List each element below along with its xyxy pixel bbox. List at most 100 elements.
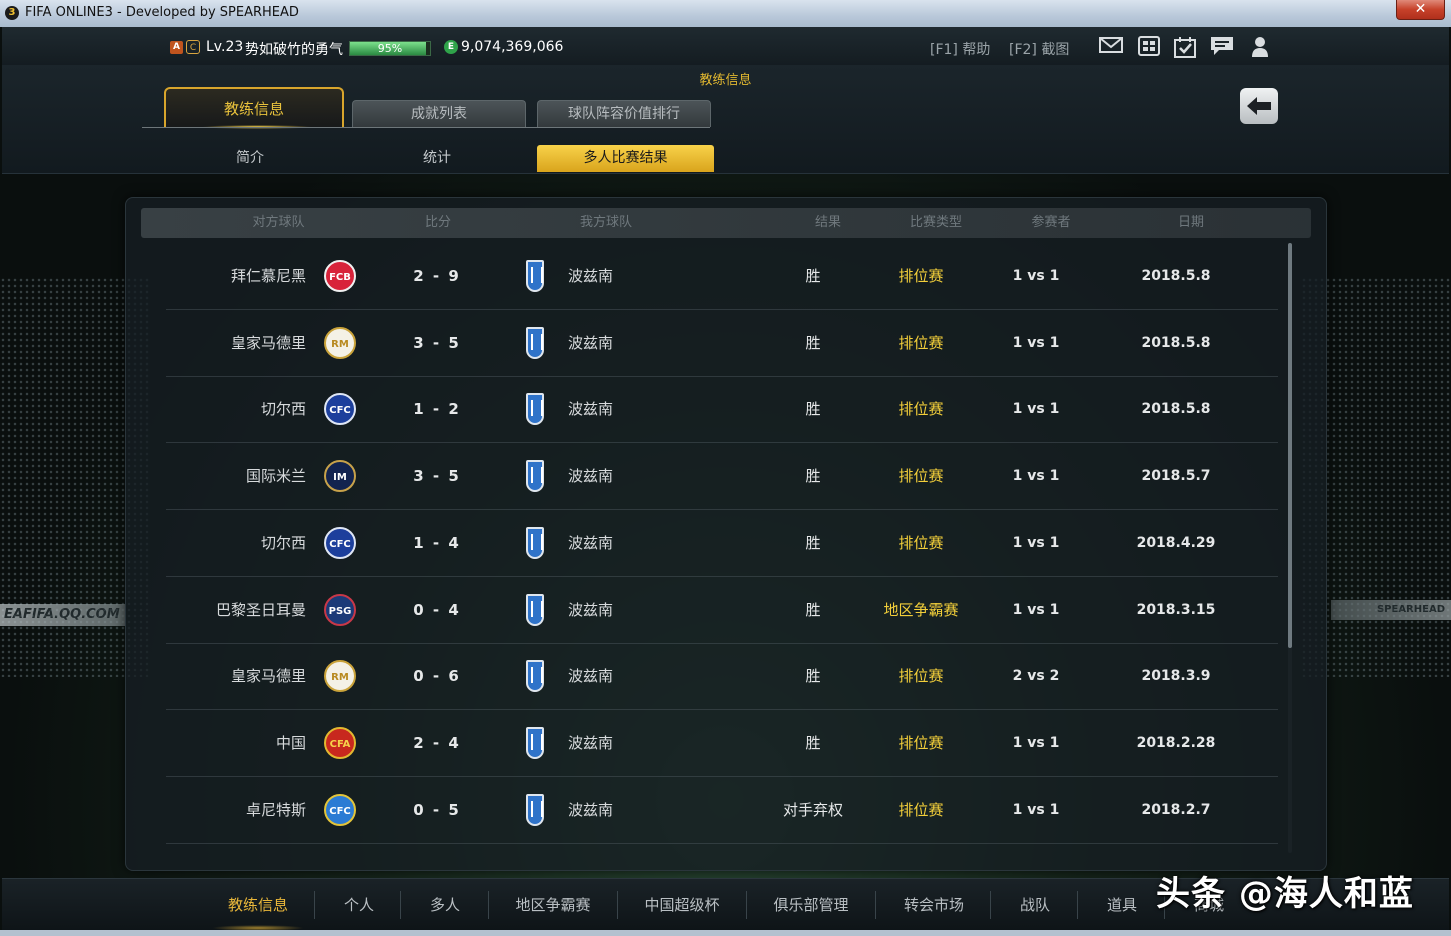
table-row[interactable]: 拜仁慕尼黑 FCB 2 - 9 波兹南 胜 排位赛 1 vs 1 2018.5.8 <box>166 243 1278 310</box>
nav-transfer-market[interactable]: 转会市场 <box>885 879 983 931</box>
match-type: 排位赛 <box>898 533 944 552</box>
tab-squad-value-ranking[interactable]: 球队阵容价值排行 <box>537 100 711 127</box>
table-row[interactable]: 巴黎圣日耳曼 PSG 0 - 4 波兹南 胜 地区争霸赛 1 vs 1 2018.3.15 <box>166 577 1278 644</box>
nav-separator <box>617 891 618 919</box>
table-row[interactable]: 皇家马德里 RM 3 - 5 波兹南 胜 排位赛 1 vs 1 2018.5.8 <box>166 310 1278 377</box>
rank-badge: A <box>170 41 183 54</box>
tab-achievements[interactable]: 成就列表 <box>352 100 526 127</box>
table-row[interactable]: 中国 CFA 2 - 4 波兹南 胜 排位赛 1 vs 1 2018.2.28 <box>166 710 1278 777</box>
match-score: 2 - 9 <box>413 267 461 285</box>
nav-multiplayer[interactable]: 多人 <box>410 879 480 931</box>
match-date: 2018.2.7 <box>1141 801 1211 818</box>
my-team: 波兹南 <box>568 333 614 352</box>
calendar-icon[interactable] <box>1137 36 1161 58</box>
my-team: 波兹南 <box>568 400 614 419</box>
nav-items[interactable]: 道具 <box>1087 879 1157 931</box>
col-opponent: 对方球队 <box>252 215 305 230</box>
status-bar: A C Lv.23 势如破竹的勇气 95% E 9,074,369,066 [F… <box>2 27 1449 66</box>
participants: 1 vs 1 <box>1012 268 1060 284</box>
nav-regional-battle[interactable]: 地区争霸赛 <box>498 879 608 931</box>
checkin-icon[interactable] <box>1173 36 1197 58</box>
nav-separator <box>746 891 747 919</box>
match-score: 2 - 4 <box>413 733 461 752</box>
opponent-team: 皇家马德里 <box>230 667 306 686</box>
close-window-button[interactable]: ✕ <box>1396 0 1445 20</box>
subtab-stats[interactable]: 统计 <box>357 145 517 172</box>
opponent-crest-icon: CFC <box>324 793 356 826</box>
match-date: 2018.5.8 <box>1141 334 1211 351</box>
nav-coach-info[interactable]: 教练信息 <box>212 879 304 931</box>
nav-club-management[interactable]: 俱乐部管理 <box>756 879 866 931</box>
opponent-team: 皇家马德里 <box>230 333 306 352</box>
col-date: 日期 <box>1177 215 1204 230</box>
participants: 1 vs 1 <box>1012 734 1060 751</box>
match-type: 地区争霸赛 <box>883 600 959 619</box>
match-result: 胜 <box>805 600 821 619</box>
match-date: 2018.2.28 <box>1136 734 1216 751</box>
nav-separator <box>314 891 315 919</box>
coach-info-header: 教练信息 教练信息 成就列表 球队阵容价值排行 简介 统计 多人比赛结果 <box>2 65 1449 174</box>
my-team: 波兹南 <box>568 267 614 285</box>
match-type: 排位赛 <box>898 733 944 752</box>
match-date: 2018.3.15 <box>1136 601 1216 618</box>
help-shortcut[interactable]: [F1] 帮助 <box>930 39 990 59</box>
player-nickname: 势如破竹的勇气 <box>245 42 343 58</box>
match-score: 1 - 2 <box>413 400 461 419</box>
chat-icon[interactable] <box>1210 36 1234 58</box>
nav-team[interactable]: 战队 <box>1000 879 1070 931</box>
opponent-team: 切尔西 <box>260 533 306 552</box>
tab-coach-info[interactable]: 教练信息 <box>164 87 344 127</box>
coin-balance: 9,074,369,066 <box>461 39 564 55</box>
participants: 1 vs 1 <box>1012 534 1060 551</box>
nav-china-supercup[interactable]: 中国超级杯 <box>627 879 737 931</box>
opponent-team: 中国 <box>275 733 306 752</box>
table-scrollbar[interactable] <box>1288 243 1292 853</box>
opponent-crest-icon: IM <box>324 460 356 493</box>
table-row[interactable]: 切尔西 CFC 1 - 4 波兹南 胜 排位赛 1 vs 1 2018.4.29 <box>166 510 1278 577</box>
match-date: 2018.4.29 <box>1136 534 1216 551</box>
table-row[interactable]: 皇家马德里 RM 0 - 6 波兹南 胜 排位赛 2 vs 2 2018.3.9 <box>166 643 1278 711</box>
my-team-crest-icon <box>526 260 544 292</box>
my-team-crest-icon <box>526 326 544 359</box>
my-team-crest-icon <box>526 460 544 493</box>
window-bottom-border <box>0 930 1451 936</box>
ad-board-right: SPEARHEAD <box>1331 600 1451 620</box>
match-date: 2018.5.8 <box>1141 401 1211 418</box>
opponent-team: 卓尼特斯 <box>245 800 306 819</box>
mail-icon[interactable] <box>1099 36 1123 58</box>
match-score: 0 - 5 <box>413 800 461 819</box>
back-arrow-icon[interactable] <box>1240 88 1278 124</box>
my-team: 波兹南 <box>568 667 614 686</box>
match-type: 排位赛 <box>898 267 944 285</box>
window-title-bar: 3 FIFA ONLINE3 - Developed by SPEARHEAD … <box>0 0 1451 28</box>
participants: 1 vs 1 <box>1012 334 1060 351</box>
section-title: 教练信息 <box>699 73 752 88</box>
profile-icon[interactable] <box>1248 36 1272 58</box>
table-row[interactable]: 国际米兰 IM 3 - 5 波兹南 胜 排位赛 1 vs 1 2018.5.7 <box>166 443 1278 511</box>
nav-separator <box>488 891 489 919</box>
match-score: 0 - 6 <box>413 667 461 686</box>
match-date: 2018.5.8 <box>1141 268 1211 284</box>
subtab-multiplayer-results[interactable]: 多人比赛结果 <box>537 145 714 172</box>
screenshot-shortcut[interactable]: [F2] 截图 <box>1009 39 1069 59</box>
table-row[interactable]: 卓尼特斯 CFC 0 - 5 波兹南 对手弃权 排位赛 1 vs 1 2018.2.7 <box>166 777 1278 844</box>
player-level: Lv.23 <box>206 39 244 55</box>
scrollbar-thumb[interactable] <box>1288 243 1292 648</box>
participants: 2 vs 2 <box>1012 668 1060 685</box>
table-header: 对方球队 比分 我方球队 结果 比赛类型 参赛者 日期 <box>141 208 1311 238</box>
my-team-crest-icon <box>526 793 544 826</box>
my-team: 波兹南 <box>568 467 614 486</box>
subtab-profile[interactable]: 简介 <box>170 145 330 172</box>
col-score: 比分 <box>424 215 451 230</box>
window-title: FIFA ONLINE3 - Developed by SPEARHEAD <box>25 5 299 20</box>
my-team: 波兹南 <box>568 600 614 619</box>
match-result: 胜 <box>805 467 821 486</box>
match-date: 2018.5.7 <box>1141 468 1211 485</box>
table-row[interactable]: 切尔西 CFC 1 - 2 波兹南 胜 排位赛 1 vs 1 2018.5.8 <box>166 376 1278 444</box>
my-team-crest-icon <box>526 593 544 626</box>
opponent-crest-icon: RM <box>324 660 356 693</box>
nav-personal[interactable]: 个人 <box>324 879 394 931</box>
match-result: 胜 <box>805 333 821 352</box>
nav-separator <box>990 891 991 919</box>
participants: 1 vs 1 <box>1012 801 1060 818</box>
